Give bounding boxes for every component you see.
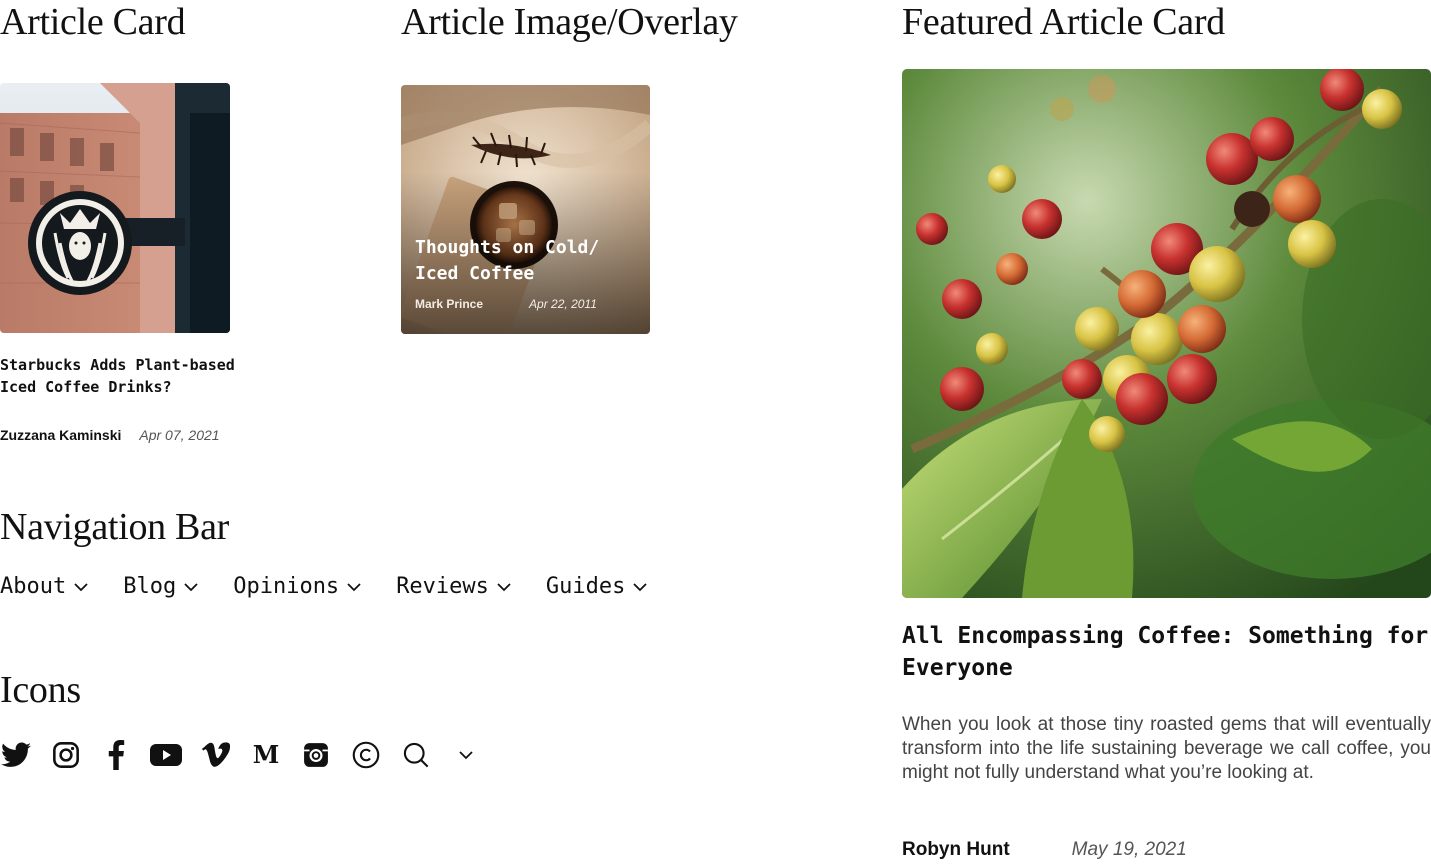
chevron-down-icon [633, 582, 648, 591]
icon-row: M [0, 739, 500, 771]
facebook-icon[interactable] [100, 739, 132, 771]
chevron-down-icon [74, 582, 88, 591]
article-card-meta: Zuzzana Kaminski Apr 07, 2021 [0, 427, 240, 443]
nav-item-about[interactable]: About [0, 574, 89, 599]
featured-article-description: When you look at those tiny roasted gems… [902, 714, 1431, 783]
chevron-down-icon [184, 582, 198, 591]
article-card-author[interactable]: Zuzzana Kaminski [0, 427, 121, 443]
nav-item-blog[interactable]: Blog [123, 574, 199, 599]
article-card-date: Apr 07, 2021 [139, 427, 220, 443]
overlay-article-meta: Mark Prince Apr 22, 2011 [415, 297, 640, 311]
overlay-article-title[interactable]: Thoughts on Cold/ Iced Coffee [415, 235, 640, 287]
youtube-icon[interactable] [150, 739, 182, 771]
article-card-title[interactable]: Starbucks Adds Plant-based Iced Coffee D… [0, 354, 236, 398]
instagram-icon[interactable] [50, 739, 82, 771]
overlay-article-author[interactable]: Mark Prince [415, 297, 483, 311]
section-title-article-card: Article Card [0, 1, 186, 43]
nav-item-label: Guides [545, 574, 626, 599]
nav-item-label: Opinions [233, 574, 340, 599]
section-title-article-overlay: Article Image/Overlay [401, 1, 738, 43]
instagram-square-icon[interactable] [300, 739, 332, 771]
medium-icon[interactable]: M [250, 739, 282, 771]
featured-article-date: May 19, 2021 [1071, 839, 1187, 860]
article-card-image[interactable] [0, 83, 230, 333]
section-title-navigation: Navigation Bar [0, 506, 230, 548]
overlay-article-card[interactable]: Thoughts on Cold/ Iced Coffee Mark Princ… [401, 85, 650, 334]
copyright-icon[interactable] [350, 739, 382, 771]
chevron-down-icon [497, 582, 511, 591]
featured-article-image[interactable] [902, 69, 1431, 598]
svg-text:M: M [253, 743, 280, 767]
chevron-down-icon [347, 582, 361, 591]
nav-item-reviews[interactable]: Reviews [396, 574, 512, 599]
navigation-bar: About Blog Opinions Reviews Guides [0, 574, 682, 599]
nav-item-label: Reviews [396, 574, 489, 599]
twitter-icon[interactable] [0, 739, 32, 771]
chevron-down-icon[interactable] [450, 739, 482, 771]
nav-item-label: About [0, 574, 67, 599]
section-title-featured: Featured Article Card [902, 1, 1225, 43]
section-title-icons: Icons [0, 669, 81, 711]
overlay-article-date: Apr 22, 2011 [529, 297, 597, 311]
featured-article-meta: Robyn Hunt May 19, 2021 [902, 839, 1187, 861]
featured-article-author[interactable]: Robyn Hunt [902, 839, 1010, 861]
nav-item-label: Blog [123, 574, 177, 599]
nav-item-opinions[interactable]: Opinions [233, 574, 362, 599]
featured-article-title[interactable]: All Encompassing Coffee: Something for E… [902, 620, 1431, 684]
search-icon[interactable] [400, 739, 432, 771]
vimeo-icon[interactable] [200, 739, 232, 771]
nav-item-guides[interactable]: Guides [546, 574, 648, 599]
